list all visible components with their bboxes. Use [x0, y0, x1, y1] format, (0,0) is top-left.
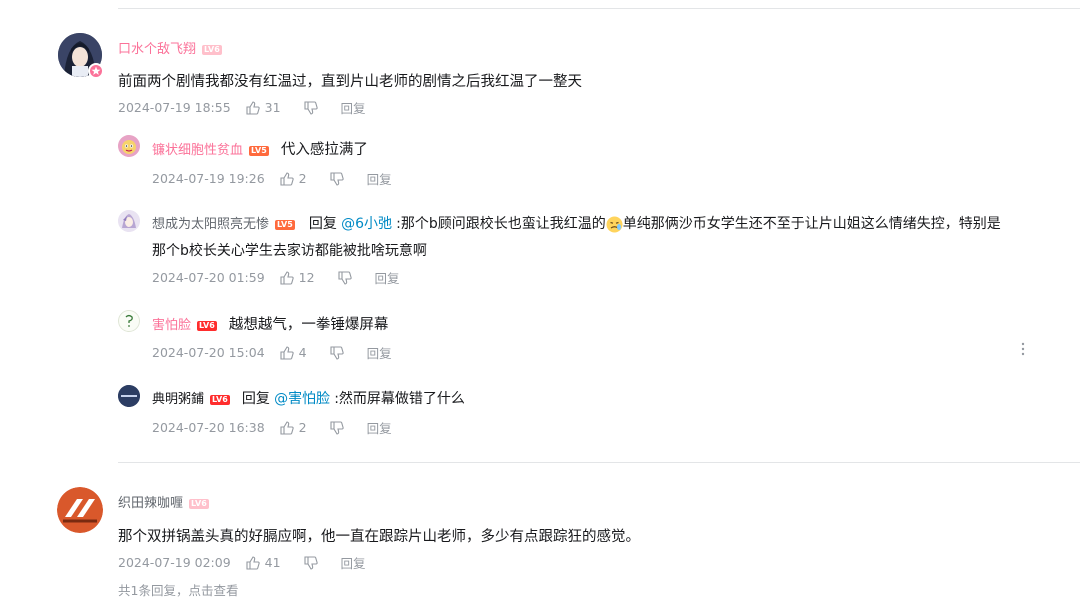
reply-text-line2: 那个b校长关心学生去家访都能被批啥玩意啊 — [152, 243, 427, 259]
thumb-up-icon[interactable] — [279, 345, 295, 361]
reply-button[interactable]: 回复 — [367, 169, 392, 188]
comment-text: 那个双拼锅盖头真的好膈应啊，他一直在跟踪片山老师，多少有点跟踪狂的感觉。 — [118, 529, 640, 545]
comment-user: 织田辣咖喱 LV6 — [118, 492, 209, 511]
reply-text: 越想越气，一拳锤爆屏幕 — [228, 317, 389, 333]
like-count: 31 — [264, 100, 281, 115]
emoji-icon — [606, 216, 623, 233]
reply-button[interactable]: 回复 — [367, 418, 392, 437]
level-badge: LV6 — [189, 498, 209, 509]
reply-label: 回复 — [241, 391, 270, 407]
reply-meta: 2024-07-20 15:04 4 回复 — [152, 343, 392, 362]
reply-line: 想成为太阳照亮无惨 LV5 回复 @6小弛 :那个b顾问跟校长也蛮让我红温的 单纯… — [152, 213, 1001, 233]
like-count: 41 — [264, 555, 281, 570]
avatar[interactable] — [118, 210, 140, 232]
level-badge: LV6 — [202, 44, 222, 55]
reply-time: 2024-07-20 15:04 — [152, 345, 265, 360]
username-link[interactable]: 典明粥鋪 — [152, 392, 204, 407]
like-count: 2 — [298, 171, 307, 186]
thumb-up-icon[interactable] — [279, 171, 295, 187]
mention-link[interactable]: @害怕脸 — [274, 391, 330, 407]
avatar[interactable] — [57, 487, 103, 533]
thumb-up-icon[interactable] — [279, 420, 295, 436]
thumb-down-icon[interactable] — [329, 171, 345, 187]
top-divider — [118, 8, 1080, 9]
reply-meta: 2024-07-20 01:59 12 回复 — [152, 268, 400, 287]
reply-time: 2024-07-20 16:38 — [152, 420, 265, 435]
username-link[interactable]: 想成为太阳照亮无惨 — [152, 217, 269, 232]
comment-time: 2024-07-19 18:55 — [118, 100, 231, 115]
reply-text: :那个b顾问跟校长也蛮让我红温的 — [396, 216, 606, 232]
thumb-down-icon[interactable] — [303, 555, 319, 571]
avatar[interactable] — [118, 310, 140, 332]
reply-button[interactable]: 回复 — [367, 343, 392, 362]
comment-text: 前面两个剧情我都没有红温过，直到片山老师的剧情之后我红温了一整天 — [118, 74, 582, 90]
comment-meta: 2024-07-19 02:09 41 回复 — [118, 553, 366, 572]
avatar[interactable] — [118, 135, 140, 157]
thumb-down-icon[interactable] — [329, 420, 345, 436]
thumb-up-icon[interactable] — [245, 100, 261, 116]
vip-badge-icon — [88, 63, 104, 79]
reply-time: 2024-07-19 19:26 — [152, 171, 265, 186]
like-count: 4 — [298, 345, 307, 360]
reply-time: 2024-07-20 01:59 — [152, 270, 265, 285]
comment-meta: 2024-07-19 18:55 31 回复 — [118, 98, 366, 117]
level-badge: LV5 — [249, 145, 269, 156]
username-link[interactable]: 织田辣咖喱 — [118, 496, 183, 511]
reply-text: :然而屏幕做错了什么 — [334, 391, 465, 407]
thumb-up-icon[interactable] — [279, 270, 295, 286]
reply-button[interactable]: 回复 — [375, 268, 400, 287]
reply-text: 代入感拉满了 — [280, 142, 368, 158]
like-count: 2 — [298, 420, 307, 435]
comment-time: 2024-07-19 02:09 — [118, 555, 231, 570]
reply-button[interactable]: 回复 — [341, 553, 366, 572]
reply-button[interactable]: 回复 — [341, 98, 366, 117]
more-icon[interactable] — [1021, 342, 1025, 359]
reply-line: 典明粥鋪 LV6 回复 @害怕脸 :然而屏幕做错了什么 — [152, 388, 465, 408]
mention-link[interactable]: @6小弛 — [341, 216, 392, 232]
thread-divider — [118, 462, 1080, 463]
reply-line: 镰状细胞性贫血 LV5 代入感拉满了 — [152, 138, 368, 159]
view-more-replies[interactable]: 共1条回复，点击查看 — [118, 580, 238, 599]
username-link[interactable]: 镰状细胞性贫血 — [152, 143, 243, 158]
level-badge: LV6 — [210, 394, 230, 405]
username-link[interactable]: 口水个敌飞翔 — [118, 42, 196, 57]
reply-text-cont: 单纯那俩沙币女学生还不至于让片山姐这么情绪失控，特别是 — [622, 216, 1001, 232]
username-link[interactable]: 害怕脸 — [152, 318, 191, 333]
thumb-up-icon[interactable] — [245, 555, 261, 571]
reply-line: 害怕脸 LV6 越想越气，一拳锤爆屏幕 — [152, 313, 388, 334]
reply-meta: 2024-07-20 16:38 2 回复 — [152, 418, 392, 437]
level-badge: LV6 — [197, 320, 217, 331]
avatar[interactable] — [118, 385, 140, 407]
comment-user: 口水个敌飞翔 LV6 — [118, 38, 222, 57]
like-count: 12 — [298, 270, 315, 285]
thumb-down-icon[interactable] — [329, 345, 345, 361]
thumb-down-icon[interactable] — [337, 270, 353, 286]
thumb-down-icon[interactable] — [303, 100, 319, 116]
level-badge: LV5 — [275, 219, 295, 230]
reply-meta: 2024-07-19 19:26 2 回复 — [152, 169, 392, 188]
reply-label: 回复 — [308, 216, 337, 232]
